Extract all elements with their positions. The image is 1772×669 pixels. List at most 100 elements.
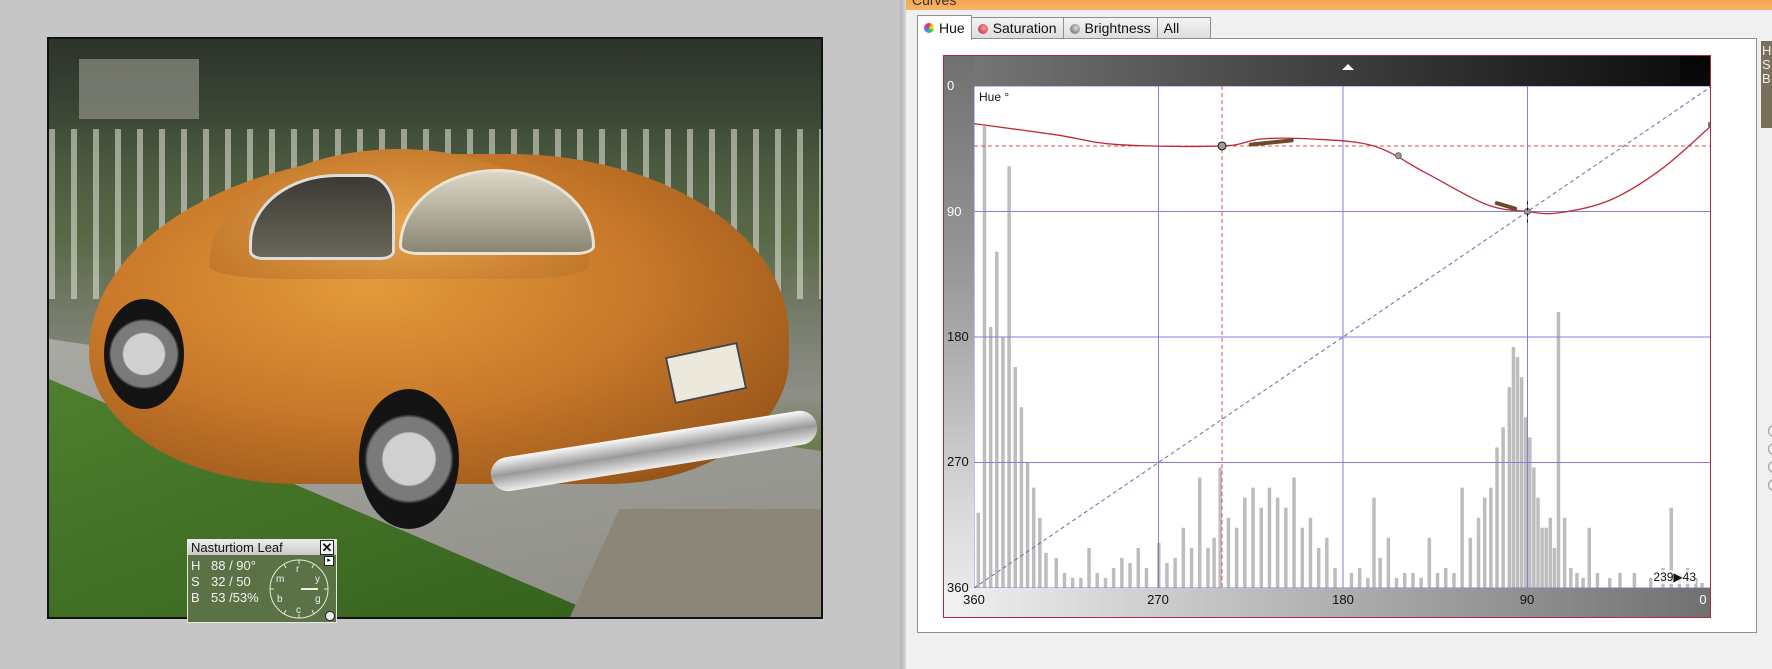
curves-panel: 0 90 180 270 360 360 270 180 90 0 Hue ° …: [917, 38, 1757, 633]
histogram-bar: [1111, 567, 1116, 588]
radio-button[interactable]: [1768, 461, 1772, 473]
histogram-bar: [1019, 407, 1024, 588]
input-gradient-bottom: [944, 587, 1710, 617]
tab-saturation[interactable]: Saturation: [970, 17, 1064, 39]
curve-control-point[interactable]: [1217, 141, 1227, 151]
tab-all-label: All: [1163, 20, 1180, 36]
histogram-bar: [1476, 517, 1481, 588]
histogram-bar: [1325, 537, 1329, 588]
histogram-bar: [1435, 572, 1440, 588]
hsb-readout: H 88 / 90° S 32 / 50 B 53 /53%: [191, 558, 279, 606]
photo[interactable]: ⌖: [47, 37, 823, 619]
histogram-bar: [1608, 577, 1612, 588]
histogram-bar: [976, 512, 981, 588]
histogram-bar: [1234, 527, 1239, 588]
histogram-bar: [1333, 567, 1337, 588]
curve-plot[interactable]: Hue ° 239▶43: [973, 85, 1711, 589]
radio-button[interactable]: [1768, 425, 1772, 437]
histogram-bar: [1501, 427, 1505, 588]
histogram-bar: [1267, 487, 1272, 588]
saturation-row: S 32 / 50: [191, 574, 279, 590]
histogram-bar: [1136, 547, 1140, 588]
house-window: [79, 59, 199, 119]
curve-svg[interactable]: [973, 85, 1711, 589]
dialog-titlebar[interactable]: Curves: [906, 0, 1772, 10]
histogram-bar: [1226, 517, 1231, 588]
histogram-bar: [1556, 311, 1561, 588]
x-tick-label: 180: [1332, 592, 1354, 607]
color-info-box[interactable]: Nasturtiom Leaf ✕ ▸ H 88 / 90° S 32 / 50 B…: [187, 539, 337, 623]
histogram-bar: [1044, 552, 1048, 588]
histogram-bar: [1581, 577, 1585, 588]
histogram-bar: [1357, 567, 1362, 588]
close-icon[interactable]: ✕: [320, 540, 334, 555]
dialog-title: Curves: [912, 0, 957, 8]
histogram-bar: [1386, 537, 1391, 588]
radio-button[interactable]: [1768, 443, 1772, 455]
curve-control-point[interactable]: [1394, 152, 1402, 160]
histogram-bar: [1394, 577, 1399, 588]
histogram-bar: [1095, 572, 1099, 588]
tangent-handle: [1248, 138, 1294, 147]
hsb-side-strip: H S B: [1761, 41, 1772, 128]
histogram-bar: [1251, 487, 1255, 588]
car-front-wheel: [104, 299, 184, 409]
histogram-bar: [1595, 572, 1600, 588]
histogram-bar: [1206, 547, 1210, 588]
histogram-bar: [1120, 557, 1124, 588]
histogram-bar: [1292, 477, 1296, 588]
saturation-key: S: [191, 574, 200, 589]
histogram-bar: [1460, 487, 1464, 588]
histogram-bar: [1300, 527, 1304, 588]
curve-end-handle[interactable]: [1708, 122, 1711, 128]
y-tick-label: 0: [947, 78, 955, 93]
hue-dial: r y g c b m: [269, 559, 329, 619]
dial-label-r: r: [296, 564, 300, 575]
cursor-readout: 239▶43: [1653, 570, 1696, 584]
curve-frame: 0 90 180 270 360 360 270 180 90 0 Hue ° …: [943, 55, 1711, 618]
histogram-bar: [1507, 387, 1512, 588]
radio-button[interactable]: [1768, 479, 1772, 491]
histogram-bar: [1316, 547, 1321, 588]
tab-brightness[interactable]: Brightness: [1062, 17, 1158, 39]
output-gradient-top: [944, 56, 1710, 86]
histogram-bar: [1444, 567, 1448, 588]
histogram-bar: [1519, 377, 1524, 588]
histogram-bar: [1569, 567, 1573, 588]
plot-title: Hue °: [979, 90, 1010, 104]
x-tick-label: 0: [1699, 592, 1707, 607]
histogram-bar: [1649, 577, 1653, 588]
histogram-bar: [1259, 507, 1263, 588]
histogram-bar: [988, 326, 993, 588]
histogram-bar: [1275, 497, 1280, 588]
tab-hue[interactable]: Hue: [917, 15, 972, 40]
curves-dialog: Curves Hue Saturation Brightness All 0 9…: [906, 0, 1772, 669]
info-box-titlebar[interactable]: Nasturtiom Leaf ✕: [188, 540, 336, 555]
tab-hue-label: Hue: [939, 19, 965, 36]
saturation-icon: [977, 23, 988, 34]
histogram-bar: [1575, 572, 1579, 588]
histogram-bar: [1403, 572, 1407, 588]
histogram-bar: [1495, 447, 1499, 588]
tab-all[interactable]: All: [1156, 17, 1211, 39]
side-label-b: B: [1762, 71, 1771, 86]
side-radio-group: [1768, 425, 1772, 497]
histogram-bar: [1427, 537, 1432, 588]
histogram-bar: [1411, 572, 1415, 588]
histogram-bar: [1366, 577, 1370, 588]
dial-label-m: m: [276, 574, 284, 585]
histogram-bar: [1587, 527, 1591, 588]
histogram-bar: [982, 126, 987, 588]
image-canvas[interactable]: ⌖ Nasturtiom Leaf ✕ ▸ H88 / 90° S32 / 50…: [0, 0, 900, 669]
position-marker-icon[interactable]: [1342, 64, 1354, 70]
histogram-bar: [1062, 572, 1067, 588]
resize-handle-icon[interactable]: [325, 611, 335, 621]
y-tick-label: 180: [947, 329, 969, 344]
histogram-bar: [1198, 477, 1202, 588]
brightness-row: B 53 /53%: [191, 590, 279, 606]
histogram-bar: [1173, 557, 1177, 588]
histogram-bar: [1523, 417, 1528, 588]
histogram-bar: [1031, 487, 1036, 588]
histogram-bar: [1038, 517, 1042, 588]
histogram-bar: [1007, 166, 1011, 588]
